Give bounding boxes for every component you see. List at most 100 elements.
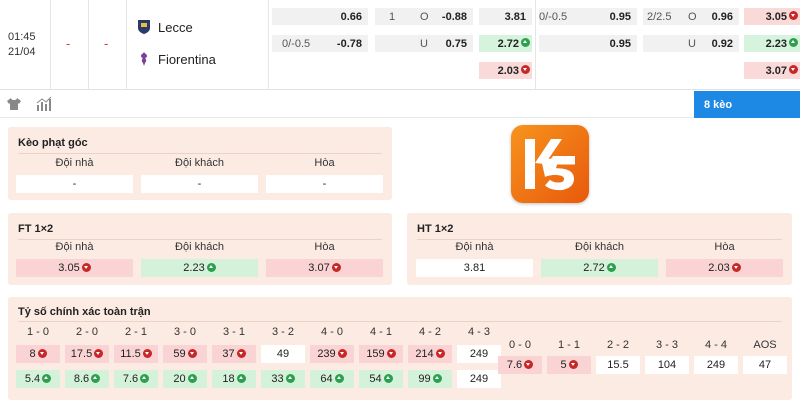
arrow-up-icon (140, 373, 150, 383)
arrow-down-icon (331, 262, 341, 272)
odds-cell[interactable]: 3.05 (16, 259, 133, 277)
score-odds-cell[interactable]: 249 (457, 370, 501, 388)
odds-cell[interactable]: 0.95 (539, 35, 637, 52)
odds-cell[interactable]: 0.66 (272, 8, 368, 25)
ht-1x2-panel: HT 1×2 Đội nhà Đội khách Hòa 3.81 2.72 2… (407, 213, 792, 285)
score-odds-cell[interactable]: 8.6 (65, 370, 109, 388)
arrow-up-icon (606, 262, 616, 272)
arrow-down-icon (142, 348, 152, 358)
home-team[interactable]: Lecce (136, 19, 193, 35)
score-odds-cell[interactable]: 214 (408, 345, 452, 363)
arrow-down-icon (337, 348, 347, 358)
panel-title: HT 1×2 (417, 223, 454, 235)
toolbar (0, 90, 800, 118)
column-header: 3 - 0 (173, 326, 196, 338)
score-odds-cell[interactable]: 33 (261, 370, 305, 388)
score-odds-cell[interactable]: 37 (212, 345, 256, 363)
odds-cell[interactable]: 3.05 (744, 8, 800, 25)
column-header: Đội nhà (55, 157, 94, 169)
column-header: Đội khách (575, 241, 624, 253)
arrow-down-icon (81, 262, 91, 272)
score-odds-cell[interactable]: 20 (163, 370, 207, 388)
arrow-down-icon (789, 11, 798, 21)
stats-chart-icon[interactable] (36, 96, 52, 112)
odds-cell[interactable]: - (16, 175, 133, 193)
column-header: Hòa (314, 241, 335, 253)
arrow-up-icon (236, 373, 246, 383)
corner-odds-panel: Kèo phạt góc Đội nhà Đội khách Hòa - - - (8, 127, 392, 200)
score-odds-cell[interactable]: 15.5 (596, 356, 640, 374)
divider (126, 0, 127, 90)
column-header: Hòa (314, 157, 335, 169)
arrow-up-icon (432, 373, 442, 383)
divider (417, 239, 782, 240)
arrow-down-icon (521, 65, 530, 75)
column-header: Đội khách (175, 241, 224, 253)
arrow-down-icon (789, 65, 798, 75)
score-odds-cell[interactable]: 249 (457, 345, 501, 363)
arrow-up-icon (789, 38, 798, 48)
shirt-icon[interactable] (6, 96, 22, 112)
column-header: 3 - 1 (222, 326, 245, 338)
odds-cell[interactable]: 2.23 (141, 259, 258, 277)
away-team[interactable]: Fiorentina (136, 51, 216, 67)
odds-cell[interactable]: 2/2.5 O 0.96 (643, 8, 739, 25)
odds-cell[interactable]: 2.03 (479, 62, 532, 79)
odds-cell[interactable]: 1 O -0.88 (375, 8, 473, 25)
divider (50, 0, 51, 90)
score-odds-cell[interactable]: 99 (408, 370, 452, 388)
column-header: Đội nhà (55, 241, 94, 253)
column-header: 0 - 0 (508, 339, 531, 351)
arrow-up-icon (42, 373, 52, 383)
divider (18, 153, 382, 154)
odds-cell[interactable]: 2.23 (744, 35, 800, 52)
score-odds-cell[interactable]: 8 (16, 345, 60, 363)
score-odds-cell[interactable]: 54 (359, 370, 403, 388)
odds-cell[interactable]: 3.81 (479, 8, 532, 25)
score-odds-cell[interactable]: 104 (645, 356, 689, 374)
arrow-up-icon (334, 373, 344, 383)
arrow-up-icon (285, 373, 295, 383)
odds-cell[interactable]: 0/-0.5 -0.78 (272, 35, 368, 52)
score-odds-cell[interactable]: 47 (743, 356, 787, 374)
odds-cell[interactable]: 2.72 (541, 259, 658, 277)
score-odds-cell[interactable]: 7.6 (498, 356, 542, 374)
column-header: 2 - 2 (606, 339, 629, 351)
score-odds-cell[interactable]: 159 (359, 345, 403, 363)
score-odds-cell[interactable]: 49 (261, 345, 305, 363)
more-odds-button[interactable]: 8 kèo (694, 91, 800, 118)
odds-cell[interactable]: - (266, 175, 383, 193)
arrow-up-icon (206, 262, 216, 272)
arrow-up-icon (187, 373, 197, 383)
column-header: 4 - 3 (467, 326, 490, 338)
score-odds-cell[interactable]: 64 (310, 370, 354, 388)
score-odds-cell[interactable]: 11.5 (114, 345, 158, 363)
odds-cell[interactable]: 3.07 (744, 62, 800, 79)
odds-cell[interactable]: 2.72 (479, 35, 532, 52)
odds-cell[interactable]: - (141, 175, 258, 193)
score-odds-cell[interactable]: 5 (547, 356, 591, 374)
odds-cell[interactable]: 2.03 (666, 259, 783, 277)
score-odds-cell[interactable]: 5.4 (16, 370, 60, 388)
column-header: 2 - 1 (124, 326, 147, 338)
score-odds-cell[interactable]: 59 (163, 345, 207, 363)
column-header: 1 - 1 (557, 339, 580, 351)
column-header: 4 - 1 (369, 326, 392, 338)
home-team-name: Lecce (158, 19, 193, 35)
score-odds-cell[interactable]: 18 (212, 370, 256, 388)
score-odds-cell[interactable]: 249 (694, 356, 738, 374)
odds-cell[interactable]: U 0.92 (643, 35, 739, 52)
odds-cell[interactable]: 3.07 (266, 259, 383, 277)
score-odds-cell[interactable]: 7.6 (114, 370, 158, 388)
score-odds-cell[interactable]: 17.5 (65, 345, 109, 363)
odds-cell[interactable]: 0/-0.5 0.95 (539, 8, 637, 25)
score-odds-cell[interactable]: 239 (310, 345, 354, 363)
odds-cell[interactable]: 3.81 (416, 259, 533, 277)
odds-cell[interactable]: U 0.75 (375, 35, 473, 52)
column-header: Đội nhà (455, 241, 494, 253)
panel-title: Kèo phạt góc (18, 137, 88, 149)
column-header: Đội khách (175, 157, 224, 169)
column-header: Hòa (714, 241, 735, 253)
ft-1x2-panel: FT 1×2 Đội nhà Đội khách Hòa 3.05 2.23 3… (8, 213, 392, 285)
home-score: - (66, 36, 71, 51)
